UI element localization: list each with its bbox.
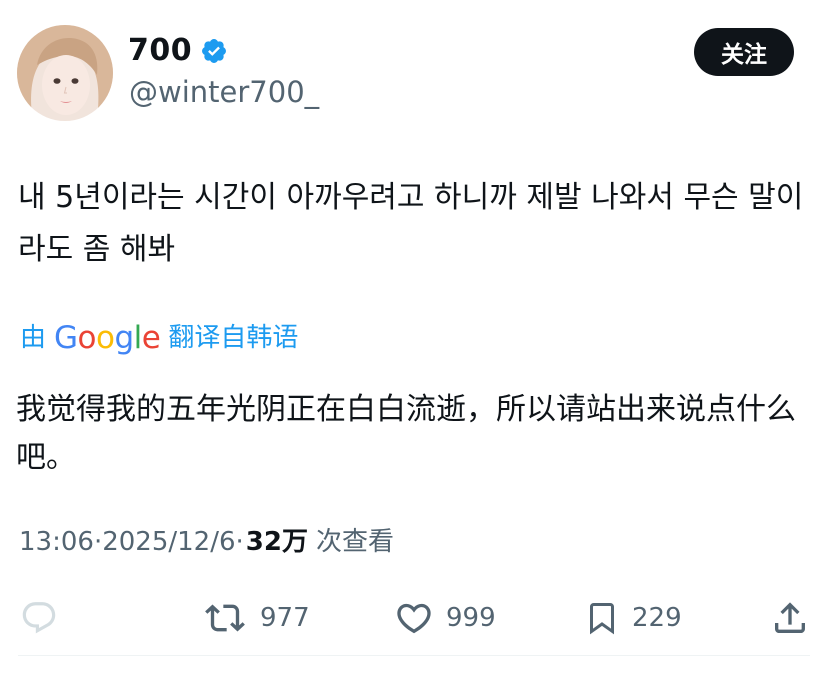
google-letter: G: [54, 320, 78, 356]
google-letter: o: [96, 320, 115, 356]
translated-text: 我觉得我的五年光阴正在白白流逝，所以请站出来说点什么吧。: [16, 392, 796, 475]
meta-separator: ·: [93, 527, 103, 557]
google-letter: e: [141, 320, 161, 356]
bookmark-icon: [584, 597, 620, 639]
display-name[interactable]: 700: [128, 32, 192, 70]
google-wordmark: Google: [54, 320, 161, 356]
views-count[interactable]: 32万: [246, 522, 308, 562]
like-count: 999: [446, 603, 496, 633]
avatar[interactable]: [17, 25, 113, 121]
tweet-meta: 13:06 · 2025/12/6 · 32万 次查看: [19, 522, 394, 562]
retweet-icon: [202, 598, 248, 638]
tweet-detail: 700 @winter700_ 关注 내 5년이라는 시간이 아까우려고 하니까…: [0, 0, 828, 674]
like-button[interactable]: 999: [394, 596, 496, 640]
google-letter: l: [133, 320, 143, 356]
share-button[interactable]: [770, 596, 810, 640]
name-row: 700: [128, 32, 228, 70]
verified-badge-icon[interactable]: [200, 37, 228, 65]
follow-button[interactable]: 关注: [694, 28, 794, 76]
views-label: 次查看: [315, 527, 394, 557]
retweet-button[interactable]: 977: [202, 596, 310, 640]
tweet-date[interactable]: 2025/12/6: [102, 522, 235, 562]
translation-prefix: 由: [20, 323, 47, 353]
divider: [18, 655, 810, 656]
translation-source: 翻译自韩语: [168, 323, 299, 353]
bookmark-button[interactable]: 229: [584, 596, 682, 640]
share-icon: [770, 598, 810, 638]
user-handle[interactable]: @winter700_: [129, 74, 319, 110]
retweet-count: 977: [260, 603, 310, 633]
tweet-time[interactable]: 13:06: [19, 522, 94, 562]
reply-button[interactable]: [20, 596, 58, 640]
google-letter: g: [114, 320, 134, 356]
bookmark-count: 229: [632, 603, 682, 633]
tweet-text: 내 5년이라는 시간이 아까우려고 하니까 제발 나와서 무슨 말이라도 좀 해…: [18, 180, 804, 267]
translation-attribution[interactable]: 由 Google 翻译自韩语: [20, 318, 298, 358]
reply-icon: [20, 599, 58, 637]
google-letter: o: [77, 320, 97, 356]
heart-icon: [394, 598, 434, 638]
meta-separator: ·: [235, 527, 244, 557]
google-logo: Google: [54, 318, 161, 358]
